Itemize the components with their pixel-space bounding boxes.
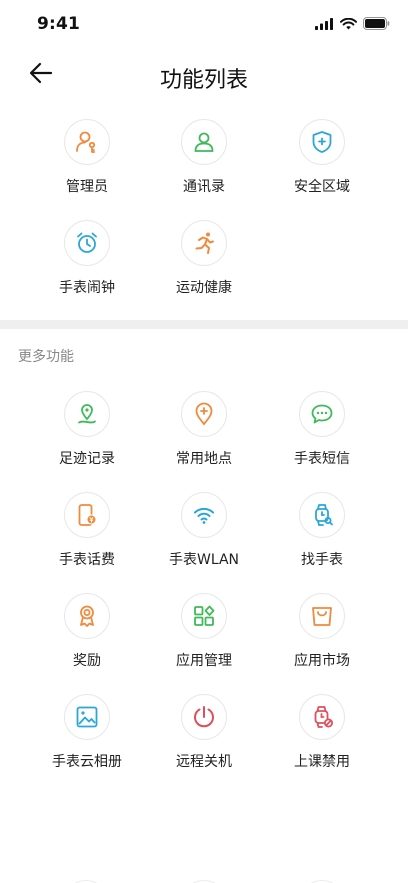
favorite-place-icon: [181, 391, 227, 437]
status-time: 9:41: [37, 14, 81, 34]
battery-icon: [363, 15, 390, 34]
class-disable-watch-icon: [299, 694, 345, 740]
find-watch-icon: [299, 492, 345, 538]
feature-label: 管理员: [66, 179, 108, 195]
message-bubble-icon: [299, 391, 345, 437]
running-icon: [181, 220, 227, 266]
cellular-signal-icon: [315, 15, 334, 34]
next-row-partial: [0, 872, 408, 883]
feature-label: 通讯录: [183, 179, 225, 195]
phone-bill-icon: [64, 492, 110, 538]
alarm-clock-icon: [64, 220, 110, 266]
feature-item-wifi[interactable]: 手表WLAN: [145, 492, 263, 569]
feature-label: 找手表: [301, 552, 343, 568]
wifi-signal-icon: [340, 15, 357, 34]
status-icons: [315, 15, 390, 34]
cloud-album-icon: [64, 694, 110, 740]
feature-label: 应用市场: [294, 653, 350, 669]
feature-label: 手表话费: [59, 552, 115, 568]
feature-item-favorite-place[interactable]: 常用地点: [145, 391, 263, 468]
feature-label: 手表短信: [294, 451, 350, 467]
page-title: 功能列表: [159, 68, 248, 93]
feature-item-safe-zone-shield[interactable]: 安全区域: [263, 119, 381, 196]
section-divider: [0, 320, 408, 329]
feature-label: 运动健康: [176, 280, 232, 296]
feature-item-app-market-bag[interactable]: 应用市场: [263, 593, 381, 670]
feature-item-alarm-clock[interactable]: 手表闹钟: [28, 220, 146, 297]
feature-item-find-watch[interactable]: 找手表: [263, 492, 381, 569]
feature-label: 远程关机: [176, 754, 232, 770]
feature-label: 上课禁用: [294, 754, 350, 770]
feature-item-app-management[interactable]: 应用管理: [145, 593, 263, 670]
feature-item-power-off[interactable]: 远程关机: [145, 694, 263, 771]
feature-label: 足迹记录: [59, 451, 115, 467]
feature-label: 常用地点: [176, 451, 232, 467]
app-market-bag-icon: [299, 593, 345, 639]
feature-item-contacts[interactable]: 通讯录: [145, 119, 263, 196]
app-management-icon: [181, 593, 227, 639]
feature-label: 手表WLAN: [168, 552, 239, 568]
contacts-icon: [181, 119, 227, 165]
wifi-icon: [181, 492, 227, 538]
safe-zone-shield-icon: [299, 119, 345, 165]
feature-label: 应用管理: [176, 653, 232, 669]
feature-item-admin-user[interactable]: 管理员: [28, 119, 146, 196]
status-bar: 9:41: [0, 0, 408, 50]
feature-item-message-bubble[interactable]: 手表短信: [263, 391, 381, 468]
power-off-icon: [181, 694, 227, 740]
feature-label: 手表闹钟: [59, 280, 115, 296]
feature-label: 安全区域: [294, 179, 350, 195]
feature-item-footprint-location[interactable]: 足迹记录: [28, 391, 146, 468]
feature-label: 手表云相册: [52, 754, 122, 770]
nav-bar: 功能列表: [0, 50, 408, 102]
feature-item-award-medal[interactable]: 奖励: [28, 593, 146, 670]
footprint-location-icon: [64, 391, 110, 437]
more-features-title: 更多功能: [18, 349, 74, 365]
feature-item-running[interactable]: 运动健康: [145, 220, 263, 297]
feature-item-class-disable-watch[interactable]: 上课禁用: [263, 694, 381, 771]
award-medal-icon: [64, 593, 110, 639]
feature-item-phone-bill[interactable]: 手表话费: [28, 492, 146, 569]
feature-item-cloud-album[interactable]: 手表云相册: [28, 694, 146, 771]
feature-label: 奖励: [73, 653, 101, 669]
admin-user-icon: [64, 119, 110, 165]
